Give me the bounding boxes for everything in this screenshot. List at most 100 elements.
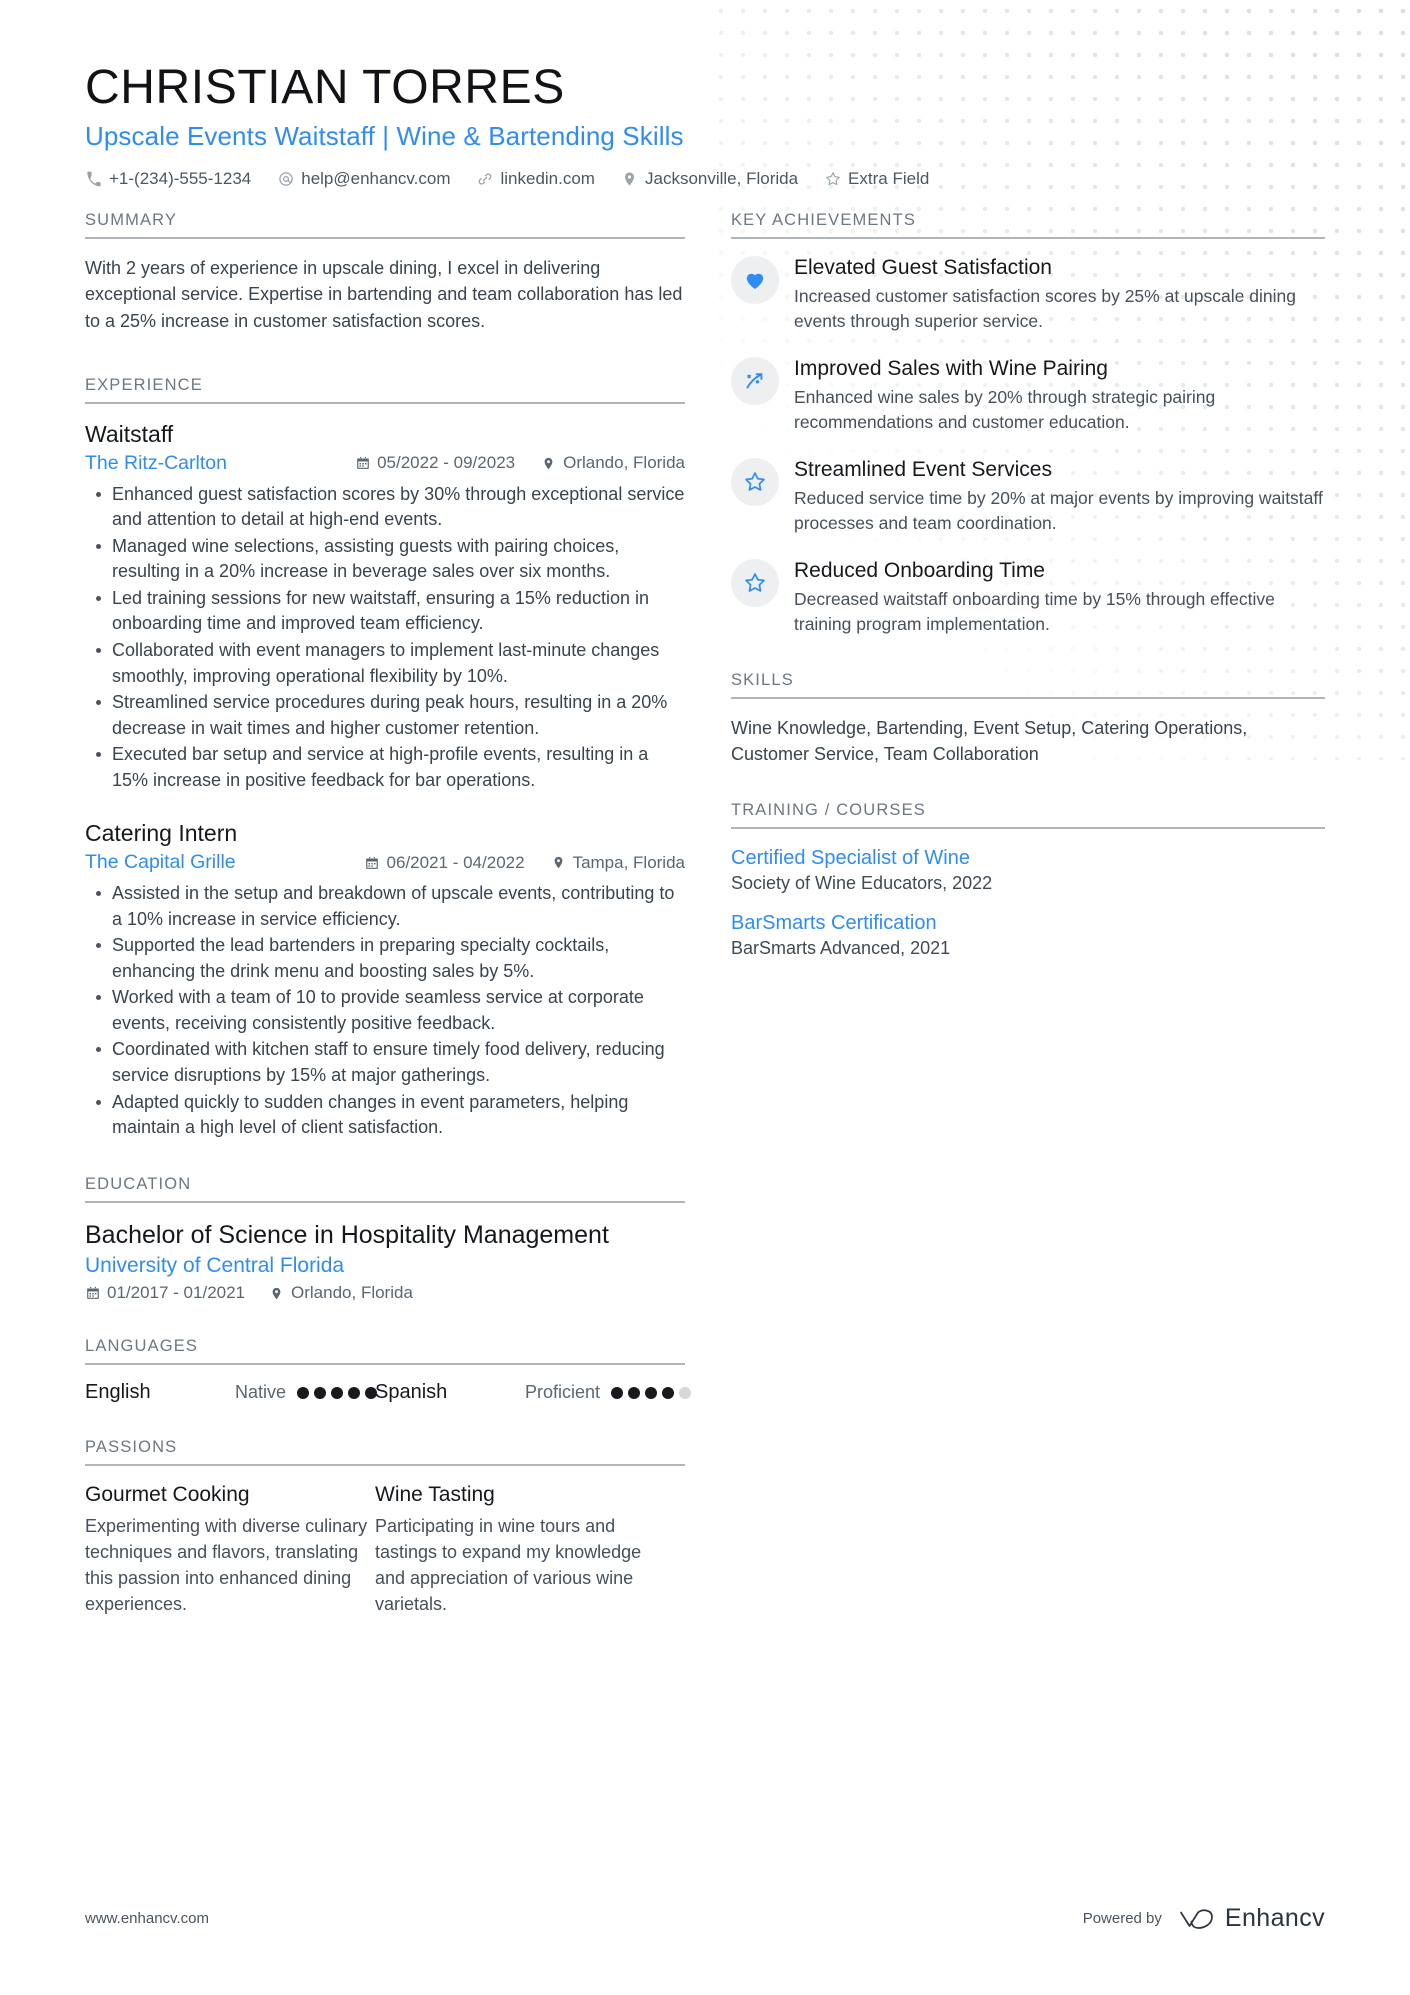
job-location: Tampa, Florida bbox=[551, 853, 685, 873]
language-level: Proficient bbox=[525, 1382, 601, 1403]
bullet: Worked with a team of 10 to provide seam… bbox=[87, 985, 685, 1036]
passions-grid: Gourmet Cooking Experimenting with diver… bbox=[85, 1482, 685, 1618]
contact-linkedin[interactable]: linkedin.com bbox=[476, 169, 595, 189]
passion-title: Gourmet Cooking bbox=[85, 1483, 250, 1507]
achievement-title: Improved Sales with Wine Pairing bbox=[794, 356, 1108, 380]
job-location-text: Orlando, Florida bbox=[563, 453, 685, 473]
rating-dot-filled bbox=[314, 1386, 327, 1399]
bullet: Streamlined service procedures during pe… bbox=[87, 690, 685, 741]
trending-up-icon bbox=[731, 356, 779, 405]
language-rating bbox=[611, 1386, 692, 1399]
bullet: Coordinated with kitchen staff to ensure… bbox=[87, 1037, 685, 1088]
achievement-title: Elevated Guest Satisfaction bbox=[794, 256, 1052, 280]
language-item: English Native bbox=[85, 1381, 378, 1404]
job-location: Orlando, Florida bbox=[541, 453, 685, 473]
contact-location: Jacksonville, Florida bbox=[621, 169, 798, 189]
section-experience: EXPERIENCE Waitstaff The Ritz-Carlton 05… bbox=[85, 376, 685, 1141]
language-level: Native bbox=[235, 1382, 287, 1403]
link-icon bbox=[476, 171, 493, 188]
course-item: BarSmarts Certification BarSmarts Advanc… bbox=[731, 910, 1325, 959]
passion-description: Participating in wine tours and tastings… bbox=[375, 1516, 642, 1615]
course-name[interactable]: BarSmarts Certification bbox=[731, 910, 1325, 936]
job-dates: 05/2022 - 09/2023 bbox=[355, 453, 515, 473]
section-passions: PASSIONS Gourmet Cooking Experimenting w… bbox=[85, 1438, 685, 1618]
phone-icon bbox=[85, 171, 102, 188]
job-organization[interactable]: The Ritz-Carlton bbox=[85, 452, 227, 475]
heart-icon bbox=[731, 256, 779, 305]
section-languages: LANGUAGES English Native Spanish Profici… bbox=[85, 1337, 692, 1404]
achievement-item: Elevated Guest Satisfaction Increased cu… bbox=[731, 255, 1325, 334]
job-dates-text: 06/2021 - 04/2022 bbox=[386, 852, 525, 872]
section-title-passions: PASSIONS bbox=[85, 1438, 178, 1457]
degree-title: Bachelor of Science in Hospitality Manag… bbox=[85, 1220, 609, 1249]
summary-text: With 2 years of experience in upscale di… bbox=[85, 258, 683, 331]
course-detail: BarSmarts Advanced, 2021 bbox=[731, 938, 951, 959]
section-summary: SUMMARY With 2 years of experience in up… bbox=[85, 211, 685, 334]
calendar-icon bbox=[355, 456, 370, 471]
education-entry: Bachelor of Science in Hospitality Manag… bbox=[85, 1219, 685, 1304]
section-title-training-courses: TRAINING / COURSES bbox=[731, 801, 926, 820]
education-meta: 01/2017 - 01/2021 Orlando, Florida bbox=[85, 1283, 685, 1303]
language-name: Spanish bbox=[375, 1381, 448, 1404]
course-detail: Society of Wine Educators, 2022 bbox=[731, 873, 993, 894]
languages-row: English Native Spanish Proficient bbox=[85, 1381, 692, 1404]
star-outline-icon bbox=[731, 457, 779, 506]
rating-dot-filled bbox=[297, 1386, 310, 1399]
job-title: Catering Intern bbox=[85, 820, 238, 847]
section-training-courses: TRAINING / COURSES Certified Specialist … bbox=[731, 801, 1325, 959]
education-dates-text: 01/2017 - 01/2021 bbox=[107, 1283, 246, 1303]
achievement-title: Streamlined Event Services bbox=[794, 457, 1052, 481]
section-education: EDUCATION Bachelor of Science in Hospita… bbox=[85, 1175, 685, 1304]
powered-by-label: Powered by bbox=[1082, 1910, 1162, 1927]
star-outline-icon bbox=[731, 558, 779, 607]
contact-linkedin-text: linkedin.com bbox=[500, 169, 595, 189]
course-item: Certified Specialist of Wine Society of … bbox=[731, 845, 1325, 894]
calendar-icon bbox=[365, 855, 380, 870]
achievement-description: Decreased waitstaff onboarding time by 1… bbox=[794, 589, 1275, 634]
passion-item: Gourmet Cooking Experimenting with diver… bbox=[85, 1482, 375, 1618]
bullet: Managed wine selections, assisting guest… bbox=[87, 534, 685, 585]
bullet: Enhanced guest satisfaction scores by 30… bbox=[87, 482, 685, 533]
school-name[interactable]: University of Central Florida bbox=[85, 1254, 685, 1278]
job-bullets: Assisted in the setup and breakdown of u… bbox=[87, 881, 685, 1140]
resume-header: CHRISTIAN TORRES Upscale Events Waitstaf… bbox=[85, 0, 1325, 189]
left-column: SUMMARY With 2 years of experience in up… bbox=[85, 211, 692, 1622]
contact-email[interactable]: help@enhancv.com bbox=[277, 169, 450, 189]
rating-dot-filled bbox=[645, 1386, 658, 1399]
job-meta: The Ritz-Carlton 05/2022 - 09/2023 Orlan… bbox=[85, 452, 685, 475]
section-title-languages: LANGUAGES bbox=[85, 1337, 199, 1356]
achievement-description: Increased customer satisfaction scores b… bbox=[794, 286, 1296, 332]
rating-dot-filled bbox=[628, 1386, 641, 1399]
section-title-key-achievements: KEY ACHIEVEMENTS bbox=[731, 211, 916, 230]
achievement-item: Streamlined Event Services Reduced servi… bbox=[731, 457, 1325, 536]
location-icon bbox=[621, 171, 638, 188]
contact-phone[interactable]: +1-(234)-555-1234 bbox=[85, 169, 251, 189]
achievement-title: Reduced Onboarding Time bbox=[794, 558, 1045, 582]
language-rating bbox=[297, 1386, 378, 1399]
passion-description: Experimenting with diverse culinary tech… bbox=[85, 1516, 368, 1615]
section-skills: SKILLS Wine Knowledge, Bartending, Event… bbox=[731, 671, 1325, 768]
enhancv-mark-icon bbox=[1180, 1908, 1213, 1929]
passion-title: Wine Tasting bbox=[375, 1483, 495, 1507]
job-organization[interactable]: The Capital Grille bbox=[85, 851, 236, 874]
job-meta: The Capital Grille 06/2021 - 04/2022 Tam… bbox=[85, 851, 685, 874]
education-location-text: Orlando, Florida bbox=[291, 1283, 413, 1303]
email-icon bbox=[277, 171, 294, 188]
candidate-name: CHRISTIAN TORRES bbox=[85, 61, 565, 114]
footer-website-url[interactable]: www.enhancv.com bbox=[85, 1910, 209, 1927]
achievement-description: Enhanced wine sales by 20% through strat… bbox=[794, 387, 1216, 433]
contact-row: +1-(234)-555-1234 help@enhancv.com linke… bbox=[85, 169, 1325, 189]
calendar-icon bbox=[85, 1286, 100, 1301]
language-item: Spanish Proficient bbox=[375, 1381, 692, 1404]
bullet: Supported the lead bartenders in prepari… bbox=[87, 933, 685, 984]
job-location-text: Tampa, Florida bbox=[572, 852, 685, 872]
rating-dot-filled bbox=[611, 1386, 624, 1399]
rating-dot-filled bbox=[331, 1386, 344, 1399]
job-dates: 06/2021 - 04/2022 bbox=[365, 853, 525, 873]
contact-phone-text: +1-(234)-555-1234 bbox=[109, 169, 252, 189]
location-icon bbox=[541, 456, 556, 471]
course-name[interactable]: Certified Specialist of Wine bbox=[731, 845, 1325, 871]
candidate-headline: Upscale Events Waitstaff | Wine & Barten… bbox=[85, 120, 684, 151]
passion-item: Wine Tasting Participating in wine tours… bbox=[375, 1482, 665, 1618]
rating-dot-empty bbox=[679, 1386, 692, 1399]
